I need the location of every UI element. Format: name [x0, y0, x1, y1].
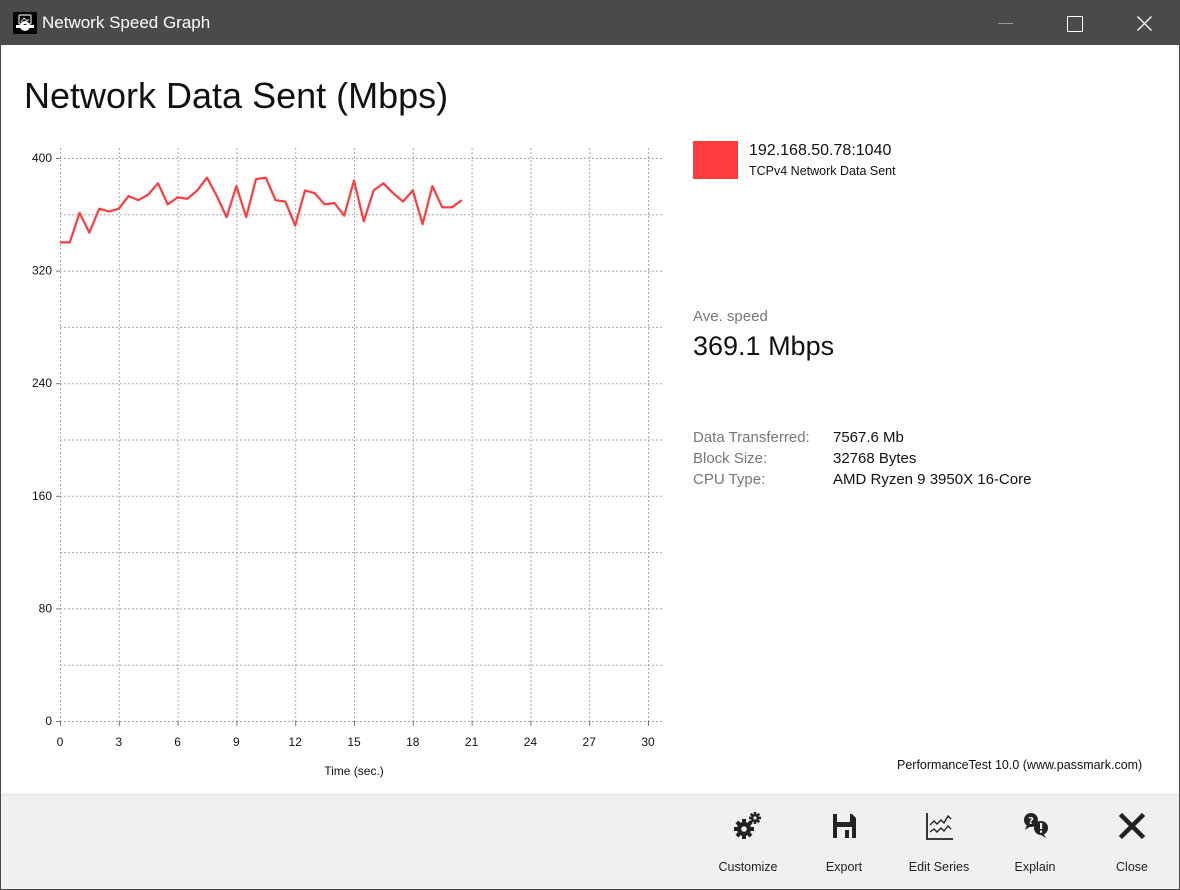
export-button[interactable]: Export — [798, 795, 890, 890]
y-tick-label: 240 — [32, 376, 52, 390]
x-tick-label: 0 — [57, 735, 64, 749]
chart-series — [59, 176, 463, 244]
stat-key: Block Size: — [693, 450, 768, 467]
maximize-button[interactable] — [1051, 1, 1097, 45]
series-line — [60, 176, 463, 244]
stat-value: 7567.6 Mb — [833, 429, 904, 446]
title-bar[interactable]: Network Speed Graph — [1, 1, 1179, 45]
x-axis-label: Time (sec.) — [324, 764, 384, 778]
floppy-disk-icon — [833, 814, 856, 838]
edit-series-button[interactable]: Edit Series — [893, 795, 985, 890]
window-title: Network Speed Graph — [42, 13, 211, 32]
customize-label: Customize — [718, 860, 778, 874]
passmark-credit: PerformanceTest 10.0 (www.passmark.com) — [897, 758, 1143, 772]
gears-icon — [734, 812, 761, 839]
legend-series-description: TCPv4 Network Data Sent — [749, 164, 896, 178]
chart-grid — [60, 148, 662, 722]
average-speed-value: 369.1 Mbps — [693, 331, 835, 361]
line-chart-icon — [926, 813, 953, 840]
close-label: Close — [1116, 860, 1148, 874]
y-tick-label: 320 — [32, 264, 52, 278]
edit-series-label: Edit Series — [908, 860, 970, 874]
legend-series-name: 192.168.50.78:1040 — [749, 142, 892, 159]
minimize-button[interactable] — [981, 1, 1027, 45]
y-tick-label: 0 — [45, 714, 52, 728]
chart-title: Network Data Sent (Mbps) — [24, 75, 449, 116]
network-speed-graph-window: Network Speed Graph Network Data Sent (M… — [0, 0, 1180, 890]
legend-swatch[interactable] — [693, 141, 738, 179]
x-tick-label: 3 — [115, 735, 122, 749]
line-chart: 0 80 160 240 320 400 0 3 6 9 12 15 18 21 24 27 30 Time (… — [32, 148, 662, 778]
bottom-toolbar: Customize Export Edit Series ? Explain C… — [1, 794, 1179, 889]
window-close-button[interactable] — [1121, 1, 1167, 45]
x-tick-label: 12 — [289, 735, 303, 749]
stat-value: AMD Ryzen 9 3950X 16-Core — [833, 471, 1032, 488]
close-x-icon — [1118, 812, 1146, 840]
stat-value: 32768 Bytes — [833, 450, 917, 467]
stat-key: CPU Type: — [693, 471, 766, 488]
x-tick-label: 6 — [174, 735, 181, 749]
x-tick-label: 30 — [641, 735, 655, 749]
question-exclamation-bubbles-icon: ? — [1024, 813, 1048, 838]
x-tick-label: 27 — [583, 735, 597, 749]
close-icon — [1137, 16, 1152, 31]
chart-axes: 0 80 160 240 320 400 0 3 6 9 12 15 18 21 24 27 30 — [32, 151, 655, 749]
test-stats: Data Transferred: 7567.6 Mb Block Size: … — [693, 429, 1153, 492]
y-tick-label: 160 — [32, 489, 52, 503]
close-button[interactable]: Close — [1086, 795, 1178, 890]
explain-button[interactable]: ? Explain — [989, 795, 1081, 890]
x-tick-label: 15 — [347, 735, 361, 749]
explain-label: Explain — [1014, 860, 1056, 874]
svg-text:?: ? — [1028, 816, 1034, 827]
export-label: Export — [825, 860, 863, 874]
customize-button[interactable]: Customize — [702, 795, 794, 890]
stat-row-block-size: Block Size: 32768 Bytes — [693, 450, 1153, 471]
y-tick-label: 80 — [39, 601, 53, 615]
y-tick-label: 400 — [32, 151, 52, 165]
stat-key: Data Transferred: — [693, 429, 810, 446]
x-tick-label: 9 — [233, 735, 240, 749]
x-tick-label: 18 — [406, 735, 420, 749]
x-tick-label: 24 — [524, 735, 538, 749]
x-tick-label: 21 — [465, 735, 479, 749]
stat-row-cpu-type: CPU Type: AMD Ryzen 9 3950X 16-Core — [693, 471, 1153, 492]
passmark-app-icon — [13, 12, 37, 34]
average-speed-label: Ave. speed — [693, 308, 768, 325]
stat-row-data-transferred: Data Transferred: 7567.6 Mb — [693, 429, 1153, 450]
